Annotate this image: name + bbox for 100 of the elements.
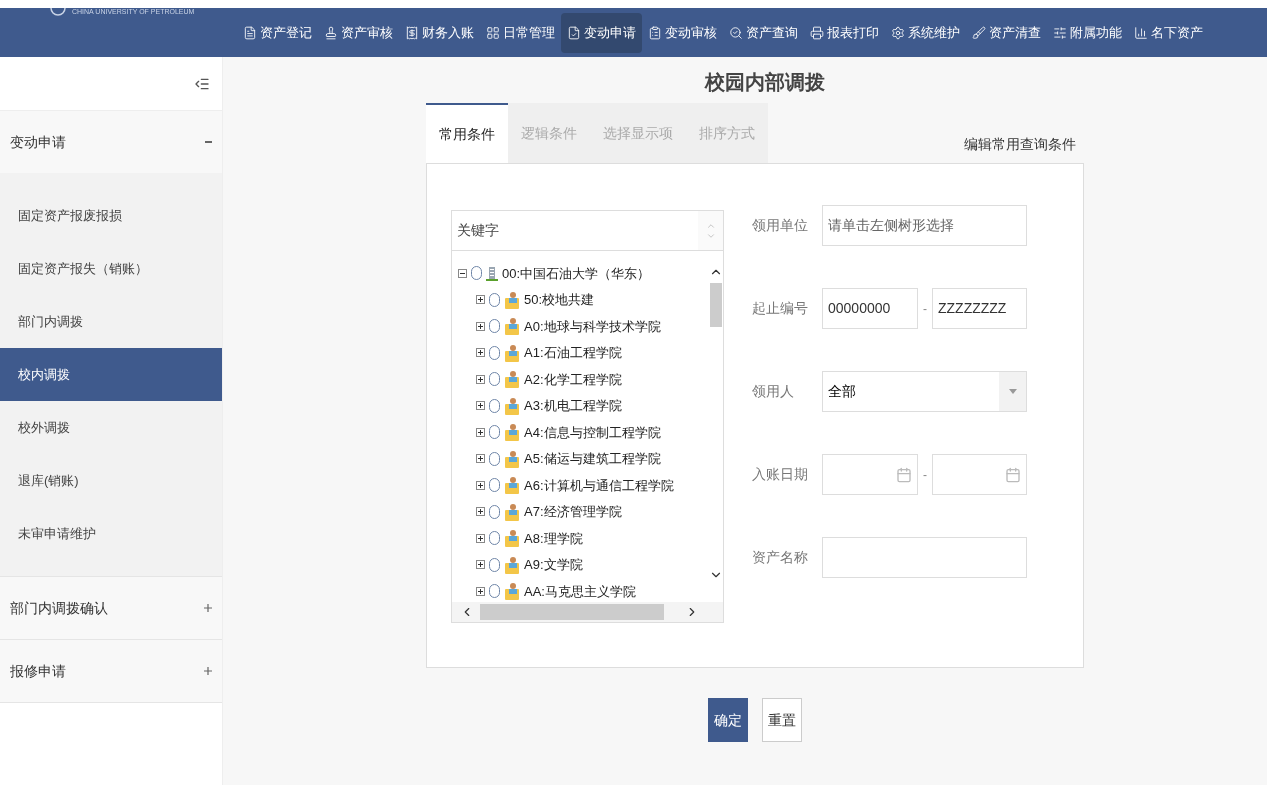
menu-item[interactable]: 校内调拨 [0,348,222,401]
radio-button[interactable] [489,557,500,572]
nav-tab[interactable]: 资产审核 [318,12,399,53]
menu-item[interactable]: 部门内调拨 [0,295,222,348]
person-folder-icon [504,502,520,521]
confirm-button[interactable]: 确定 [708,698,748,742]
tree-node[interactable]: A4:信息与控制工程学院 [524,422,661,442]
nav-tab[interactable]: 变动审核 [642,12,723,53]
tree-node[interactable]: A1:石油工程学院 [524,343,622,363]
tree-node[interactable]: A9:文学院 [524,555,583,575]
calendar-icon[interactable] [896,466,912,483]
tree-node[interactable]: A8:理学院 [524,528,583,548]
tree-node[interactable]: A6:计算机与通信工程学院 [524,475,674,495]
select-field[interactable]: 全部 [822,371,1027,412]
keyword-field[interactable]: 关键字 [452,211,698,250]
reset-button[interactable]: 重置 [762,698,802,742]
radio-button[interactable] [489,451,500,466]
radio-button[interactable] [471,266,482,281]
person-folder-icon [504,343,520,362]
tree-node[interactable]: A7:经济管理学院 [524,502,622,522]
field-label: 资产名称 [752,548,809,567]
input-field[interactable] [932,454,1027,495]
expand-icon[interactable] [476,560,485,570]
radio-button[interactable] [489,504,500,519]
radio-button[interactable] [489,584,500,599]
clipboard-icon [648,25,662,40]
expand-icon[interactable] [476,374,485,384]
expand-icon[interactable] [476,321,485,331]
radio-button[interactable] [489,398,500,413]
input-field[interactable]: 请单击左侧树形选择 [822,205,1027,246]
expand-icon[interactable] [476,454,485,464]
person-folder-icon [504,449,520,468]
scrollbar-thumb[interactable] [480,604,664,620]
person-folder-icon [504,290,520,309]
radio-button[interactable] [489,319,500,334]
tree-node[interactable]: A0:地球与科学技术学院 [524,316,661,336]
settings-icon [891,25,905,40]
nav-tab[interactable]: 资产查询 [723,12,804,53]
menu-item[interactable]: 固定资产报失（销账） [0,242,222,295]
scrollbar-thumb[interactable] [710,283,722,327]
radio-button[interactable] [489,292,500,307]
menu-group[interactable]: 变动申请 [0,111,222,173]
menu-item[interactable]: 校外调拨 [0,401,222,454]
form-icon [243,25,257,40]
field-label: 起止编号 [752,299,809,318]
input-field[interactable] [822,454,918,495]
nav-tab[interactable]: 变动申请 [561,12,642,53]
menu-group[interactable]: 报修申请 [0,640,222,702]
sliders-icon [1053,25,1067,40]
expand-icon[interactable] [476,480,485,490]
radio-button[interactable] [489,531,500,546]
nav-tab[interactable]: 日常管理 [480,12,561,53]
expand-icon[interactable] [476,295,485,305]
bars-icon [1134,25,1148,40]
range-separator: - [922,466,928,484]
stamp-icon [324,25,338,40]
person-folder-icon [504,582,520,601]
radio-button[interactable] [489,345,500,360]
printer-icon [810,25,824,40]
nav-tab[interactable]: 附属功能 [1047,12,1128,53]
menu-item[interactable]: 未审申请维护 [0,507,222,560]
nav-tab[interactable]: 报表打印 [804,12,885,53]
expand-icon[interactable] [476,533,485,543]
calendar-icon[interactable] [1005,466,1021,483]
nav-tab[interactable]: 资产清查 [966,12,1047,53]
edit-query-link[interactable]: 编辑常用查询条件 [964,134,1076,155]
field-label: 领用单位 [752,216,809,235]
tree-node[interactable]: A5:储运与建筑工程学院 [524,449,661,469]
expand-icon[interactable] [476,401,485,411]
radio-button[interactable] [489,372,500,387]
expand-icon[interactable] [476,507,485,517]
input-field[interactable]: 00000000 [822,288,918,329]
expand-icon[interactable] [476,348,485,358]
building-icon [486,265,498,282]
tree-node[interactable]: 50:校地共建 [524,290,595,310]
nav-tab[interactable]: 名下资产 [1128,12,1209,53]
tab[interactable]: 常用条件 [426,103,508,163]
dropdown-arrow-icon [1008,389,1017,394]
nav-tab[interactable]: 财务入账 [399,12,480,53]
person-folder-icon [504,476,520,495]
tree-node[interactable]: 00:中国石油大学（华东） [502,263,651,283]
tree-node[interactable]: A3:机电工程学院 [524,396,622,416]
tree-node[interactable]: AA:马克思主义学院 [524,581,636,601]
collapse-icon[interactable] [458,268,467,278]
input-field[interactable] [822,537,1027,578]
search-icon [729,25,743,40]
expand-icon[interactable] [476,586,485,596]
radio-button[interactable] [489,425,500,440]
menu-item[interactable]: 退库(销账) [0,454,222,507]
menu-group[interactable]: 部门内调拨确认 [0,577,222,639]
person-folder-icon [504,555,520,574]
expand-icon[interactable] [476,427,485,437]
tree-node[interactable]: A2:化学工程学院 [524,369,622,389]
field-label: 领用人 [752,382,795,401]
nav-tab[interactable]: 资产登记 [237,12,318,53]
nav-tab[interactable]: 系统维护 [885,12,966,53]
input-field[interactable]: ZZZZZZZZ [932,288,1027,329]
radio-button[interactable] [489,478,500,493]
horizontal-scrollbar[interactable] [452,602,723,622]
menu-item[interactable]: 固定资产报废报损 [0,189,222,242]
